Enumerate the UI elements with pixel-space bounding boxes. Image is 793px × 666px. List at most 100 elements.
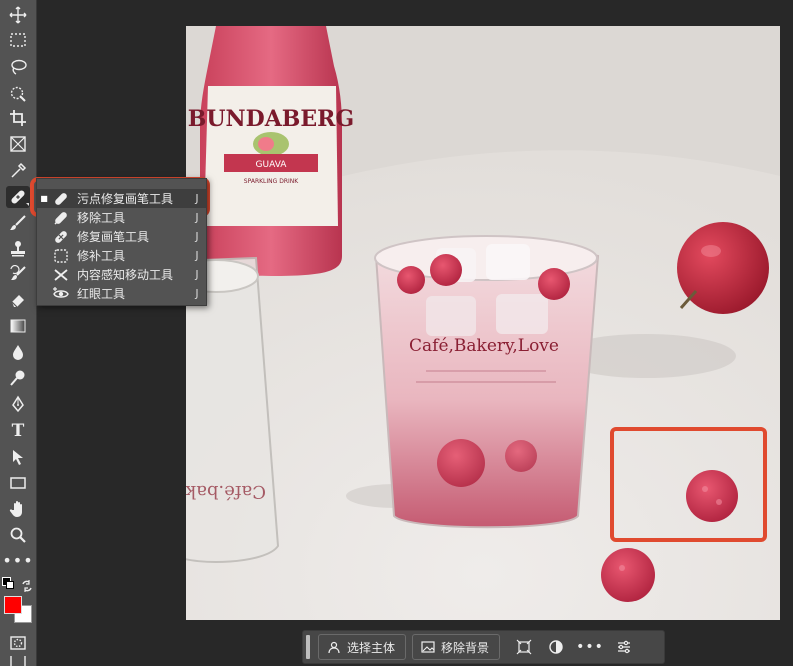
- history-brush-tool[interactable]: [6, 263, 30, 285]
- flyout-item-remove[interactable]: 移除工具 J: [37, 208, 206, 227]
- back-glass-text: Café.bakery: [186, 481, 266, 502]
- quick-selection-tool[interactable]: [6, 82, 30, 104]
- marquee-tool[interactable]: [6, 29, 30, 51]
- flyout-item-label: 红眼工具: [77, 287, 126, 301]
- healing-brush-icon: [55, 230, 67, 243]
- raspberry-highlight-box: [610, 427, 767, 542]
- more-dots-icon: •••: [576, 639, 604, 655]
- select-subject-button[interactable]: 选择主体: [318, 634, 407, 660]
- remove-background-button[interactable]: 移除背景: [412, 634, 501, 660]
- pen-tool[interactable]: [6, 393, 30, 415]
- blur-drop-icon: [13, 345, 23, 360]
- blur-tool[interactable]: [6, 341, 30, 363]
- image-icon: [421, 641, 435, 653]
- gradient-tool[interactable]: [6, 315, 30, 337]
- flyout-item-red-eye[interactable]: 红眼工具 J: [37, 284, 206, 303]
- bottle-sub: SPARKLING DRINK: [244, 178, 299, 185]
- eyedropper-icon: [11, 162, 27, 178]
- frame-icon: [10, 136, 26, 152]
- screen-mode-button[interactable]: [6, 656, 30, 666]
- clone-stamp-tool[interactable]: [6, 238, 30, 260]
- tools-panel: T •••: [0, 0, 37, 666]
- brush-tool[interactable]: [6, 212, 30, 234]
- dodge-tool[interactable]: [6, 367, 30, 389]
- lasso-icon: [11, 59, 27, 75]
- move-tool[interactable]: [6, 4, 30, 26]
- zoom-tool[interactable]: [6, 524, 30, 546]
- remove-background-label: 移除背景: [441, 640, 490, 655]
- screen-mode-icon: [10, 656, 26, 666]
- shortcut-key: J: [195, 268, 199, 281]
- spot-healing-brush-tool[interactable]: [6, 186, 30, 208]
- bandage-icon: [55, 192, 67, 205]
- flyout-item-label: 修补工具: [77, 249, 126, 263]
- path-selection-tool[interactable]: [6, 446, 30, 468]
- taskbar-settings-button[interactable]: [610, 635, 638, 659]
- patch-icon: [54, 248, 68, 263]
- shortcut-key: J: [195, 249, 199, 262]
- rectangle-tool[interactable]: [6, 472, 30, 494]
- flyout-item-healing-brush[interactable]: 修复画笔工具 J: [37, 227, 206, 246]
- transform-icon: [516, 639, 532, 655]
- flyout-item-spot-healing[interactable]: ■ 污点修复画笔工具 J: [37, 189, 206, 208]
- move-icon: [9, 6, 27, 24]
- selected-mark: ■: [40, 194, 48, 203]
- quick-selection-icon: [10, 86, 26, 102]
- adjustment-button[interactable]: [542, 635, 570, 659]
- default-colors-icon[interactable]: [2, 577, 14, 589]
- flyout-item-label: 内容感知移动工具: [77, 268, 174, 282]
- contextual-task-bar: 选择主体 移除背景 •••: [302, 630, 665, 664]
- gradient-icon: [10, 319, 26, 333]
- flyout-item-content-aware-move[interactable]: 内容感知移动工具 J: [37, 265, 206, 284]
- bandage-icon: [11, 190, 25, 204]
- person-icon: [328, 641, 340, 654]
- more-options-button[interactable]: •••: [574, 635, 606, 659]
- flyout-item-label: 修复画笔工具: [77, 230, 150, 244]
- half-circle-icon: [549, 640, 563, 654]
- flyout-item-label: 污点修复画笔工具: [77, 192, 174, 206]
- crop-icon: [10, 110, 26, 126]
- swap-colors-icon[interactable]: [21, 577, 33, 592]
- quick-mask-button[interactable]: [6, 632, 30, 654]
- eraser-tool[interactable]: [6, 289, 30, 311]
- stamp-icon: [11, 241, 25, 257]
- zoom-icon: [10, 527, 26, 543]
- dodge-icon: [10, 370, 25, 386]
- bottle-flavor: GUAVA: [256, 160, 288, 170]
- flyout-item-label: 移除工具: [77, 211, 126, 225]
- hand-tool[interactable]: [6, 498, 30, 520]
- more-dots-icon: •••: [2, 551, 34, 570]
- eyedropper-tool[interactable]: [6, 160, 30, 182]
- red-eye-icon: [53, 286, 69, 298]
- arrow-select-icon: [13, 450, 23, 465]
- flyout-item-patch[interactable]: 修补工具 J: [37, 246, 206, 265]
- sliders-icon: [618, 640, 631, 654]
- crop-tool[interactable]: [6, 107, 30, 129]
- shortcut-key: J: [195, 230, 199, 243]
- glass-text: Café,Bakery,Love: [409, 336, 559, 356]
- frame-tool[interactable]: [6, 133, 30, 155]
- lasso-tool[interactable]: [6, 56, 30, 78]
- edit-toolbar[interactable]: •••: [2, 550, 32, 572]
- quick-mask-icon: [10, 636, 26, 650]
- type-tool[interactable]: T: [6, 420, 30, 442]
- eraser-icon: [11, 295, 24, 308]
- rectangle-icon: [10, 477, 26, 489]
- content-aware-move-icon: [54, 268, 68, 281]
- transform-button[interactable]: [510, 635, 538, 659]
- history-brush-icon: [10, 265, 26, 280]
- bottle-brand: BUNDABERG: [188, 106, 354, 132]
- healing-tools-flyout: ■ 污点修复画笔工具 J 移除工具 J 修复画笔工具 J 修补工具 J 内容感知…: [36, 178, 207, 306]
- brush-icon: [10, 215, 26, 230]
- foreground-color-swatch[interactable]: [4, 596, 22, 614]
- select-subject-label: 选择主体: [347, 640, 396, 655]
- remove-tool-icon: [54, 211, 67, 225]
- marquee-icon: [10, 33, 26, 47]
- shortcut-key: J: [195, 192, 199, 205]
- pen-icon: [12, 395, 24, 413]
- type-icon: T: [11, 421, 25, 441]
- taskbar-grip-handle[interactable]: [306, 635, 310, 659]
- shortcut-key: J: [195, 287, 199, 300]
- shortcut-key: J: [195, 211, 199, 224]
- hand-icon: [9, 501, 22, 517]
